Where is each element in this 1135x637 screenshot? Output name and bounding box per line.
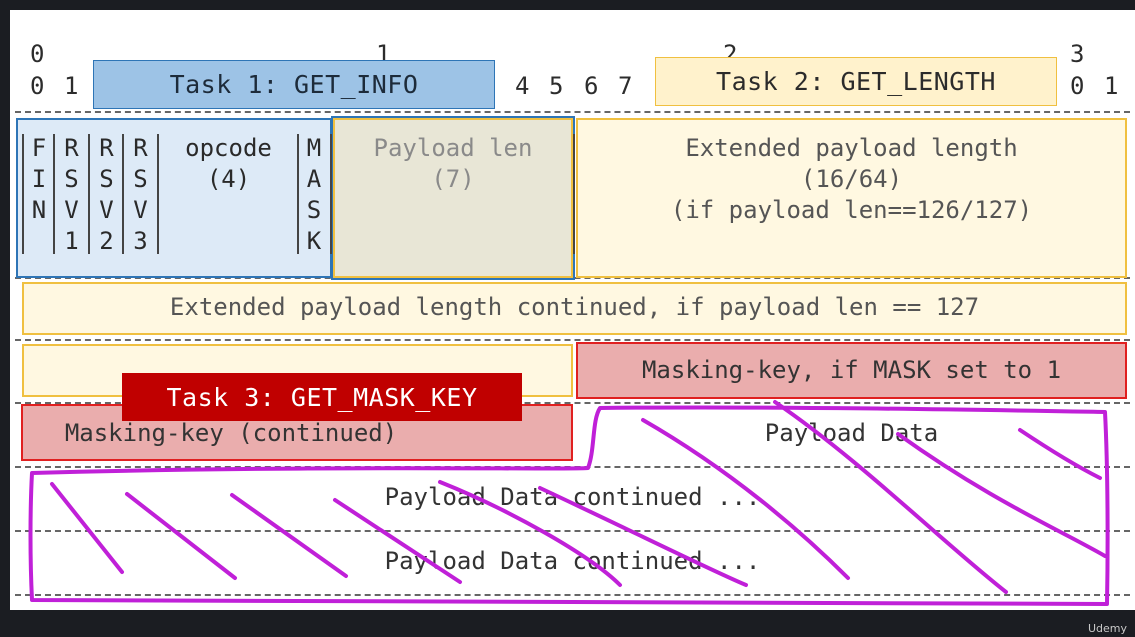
annotation-hatch bbox=[230, 493, 348, 578]
annotation-hatch bbox=[896, 432, 1107, 558]
annotation-hatch bbox=[538, 486, 748, 587]
annotation-outline bbox=[28, 405, 1110, 606]
slide: 0 1 2 3 0 1 4 5 6 7 0 1 Task 1: GET_INFO… bbox=[10, 10, 1135, 610]
watermark: Udemy bbox=[1087, 622, 1127, 635]
annotation-hatch bbox=[333, 498, 462, 584]
annotation-hatch bbox=[773, 400, 1008, 594]
payload-annotation-scribble bbox=[28, 400, 1110, 606]
annotation-hatch bbox=[438, 480, 622, 587]
annotation-hatch bbox=[125, 492, 237, 580]
annotation-hatch bbox=[1018, 428, 1102, 480]
annotation-hatch bbox=[50, 482, 124, 574]
annotation-hatch bbox=[641, 418, 850, 580]
